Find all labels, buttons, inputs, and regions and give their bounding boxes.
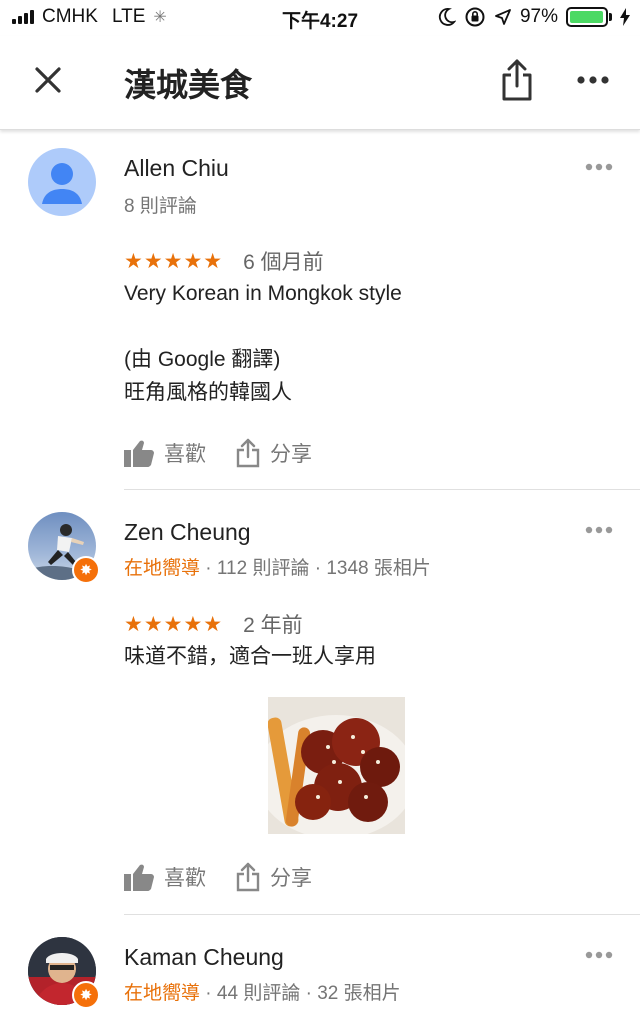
share-icon	[236, 862, 260, 892]
reviewer-name[interactable]: Zen Cheung	[124, 519, 251, 546]
rotation-lock-icon	[465, 7, 485, 27]
reviewer-meta: 在地嚮導 · 44 則評論 · 32 張相片	[124, 978, 401, 1005]
local-guide-badge-icon: ✸	[72, 556, 100, 584]
moon-icon	[438, 8, 456, 26]
review-text: Very Korean in Mongkok style (由 Google 翻…	[124, 282, 402, 404]
status-bar: CMHK LTE ✳ 下午4:27 97%	[0, 0, 640, 36]
local-guide-badge-icon: ✸	[72, 981, 100, 1009]
local-guide-label: 在地嚮導	[124, 983, 201, 1004]
share-review-button[interactable]: 分享	[236, 438, 312, 468]
share-label: 分享	[270, 867, 312, 890]
star-rating: ★★★★★	[124, 612, 224, 636]
share-review-button[interactable]: 分享	[236, 862, 312, 892]
page-title: 漢城美食	[124, 67, 253, 103]
thumbs-up-icon	[124, 864, 154, 891]
reviewer-meta: 8 則評論	[124, 196, 197, 217]
charging-bolt-icon	[620, 8, 630, 26]
share-icon	[236, 438, 260, 468]
app-bar: 漢城美食	[0, 36, 640, 130]
review-text: 味道不錯，適合一班人享用	[124, 645, 376, 668]
reviewer-name[interactable]: Kaman Cheung	[124, 944, 284, 971]
reviewer-stats: · 44 則評論 · 32 張相片	[200, 983, 401, 1004]
like-label: 喜歡	[164, 443, 206, 466]
thumbs-up-icon	[124, 440, 154, 467]
food-photo	[268, 697, 405, 834]
review-more-icon[interactable]	[584, 950, 614, 960]
default-avatar-icon	[42, 163, 82, 204]
share-label: 分享	[270, 443, 312, 466]
location-arrow-icon	[495, 9, 511, 25]
like-button[interactable]: 喜歡	[124, 438, 206, 468]
share-icon[interactable]	[498, 58, 536, 102]
battery-icon	[566, 7, 612, 27]
review-photo[interactable]	[268, 697, 405, 834]
like-button[interactable]: 喜歡	[124, 862, 206, 892]
review-more-icon[interactable]	[584, 525, 614, 535]
more-options-icon[interactable]	[574, 66, 612, 94]
like-label: 喜歡	[164, 867, 206, 890]
reviewer-name[interactable]: Allen Chiu	[124, 155, 229, 182]
review-date: 2 年前	[243, 614, 303, 637]
reviewer-stats: · 112 則評論 · 1348 張相片	[200, 558, 431, 579]
review-more-icon[interactable]	[584, 162, 614, 172]
local-guide-label: 在地嚮導	[124, 558, 201, 579]
reviewer-meta: 在地嚮導 · 112 則評論 · 1348 張相片	[124, 553, 431, 580]
close-icon[interactable]	[30, 62, 66, 98]
battery-percent: 97%	[519, 6, 558, 27]
review-item: ✸ Zen Cheung 在地嚮導 · 112 則評論 · 1348 張相片 ★…	[0, 490, 640, 915]
review-item: Allen Chiu 8 則評論 ★★★★★ 6 個月前 Very Korean…	[0, 130, 640, 490]
star-rating: ★★★★★	[124, 249, 224, 273]
avatar[interactable]: ✸	[28, 937, 100, 1009]
review-date: 6 個月前	[243, 251, 324, 274]
avatar[interactable]: ✸	[28, 512, 100, 584]
avatar[interactable]	[28, 148, 96, 216]
review-item: ✸ Kaman Cheung 在地嚮導 · 44 則評論 · 32 張相片	[0, 915, 640, 1024]
